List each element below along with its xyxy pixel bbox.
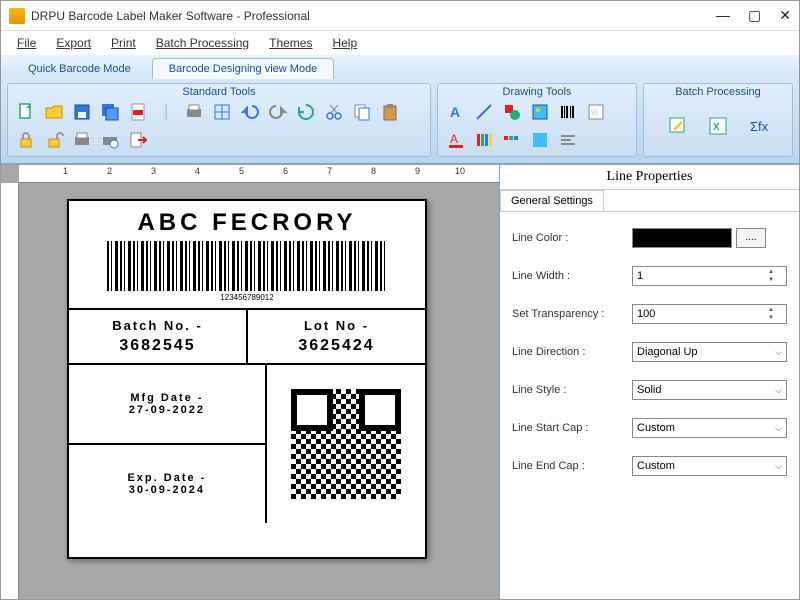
barcode-tool-icon[interactable]	[556, 100, 580, 124]
vertical-ruler	[1, 183, 19, 599]
label-preview[interactable]: ABC FECRORY 123456789012 Batch No. - 368…	[67, 199, 427, 559]
library-icon[interactable]	[472, 128, 496, 152]
lot-value: 3625424	[252, 337, 421, 355]
line-startcap-select[interactable]: Custom⌵	[632, 418, 787, 438]
ribbon-group-batch: Batch Processing X Σfx	[643, 83, 793, 157]
titlebar: DRPU Barcode Label Maker Software - Prof…	[1, 1, 799, 31]
copy-icon[interactable]	[350, 100, 374, 124]
text-tool-icon[interactable]: A	[444, 100, 468, 124]
exit-icon[interactable]	[126, 128, 150, 152]
format-icon[interactable]	[556, 128, 580, 152]
export-pdf-icon[interactable]	[126, 100, 150, 124]
grid-icon[interactable]	[210, 100, 234, 124]
print-preview-icon[interactable]	[98, 128, 122, 152]
separator-icon	[154, 100, 178, 124]
app-window: DRPU Barcode Label Maker Software - Prof…	[0, 0, 800, 600]
ribbon-group-label: Drawing Tools	[444, 86, 630, 100]
ribbon: Standard Tools	[1, 79, 799, 164]
linear-barcode	[107, 241, 387, 291]
image-tool-icon[interactable]	[528, 100, 552, 124]
ribbon-group-label: Batch Processing	[650, 86, 786, 100]
line-direction-select[interactable]: Diagonal Up⌵	[632, 342, 787, 362]
menu-print[interactable]: Print	[103, 34, 144, 52]
mfg-value: 27-09-2022	[69, 404, 265, 416]
refresh-icon[interactable]	[294, 100, 318, 124]
redo-icon[interactable]	[266, 100, 290, 124]
menu-help[interactable]: Help	[324, 34, 365, 52]
cut-icon[interactable]	[322, 100, 346, 124]
properties-title: Line Properties	[500, 165, 799, 190]
print2-icon[interactable]	[70, 128, 94, 152]
mfg-label: Mfg Date -	[69, 392, 265, 404]
menu-export[interactable]: Export	[48, 34, 99, 52]
mode-tabs: Quick Barcode Mode Barcode Designing vie…	[1, 55, 799, 79]
label-header-text: ABC FECRORY	[69, 209, 425, 237]
tab-general-settings[interactable]: General Settings	[500, 190, 604, 211]
line-tool-icon[interactable]	[472, 100, 496, 124]
menu-themes[interactable]: Themes	[261, 34, 320, 52]
exp-value: 30-09-2024	[69, 484, 265, 496]
line-style-select[interactable]: Solid⌵	[632, 380, 787, 400]
barcode-number: 123456789012	[69, 293, 425, 302]
svg-text:A: A	[450, 104, 460, 120]
maximize-button[interactable]: ▢	[748, 7, 761, 24]
ribbon-group-drawing: Drawing Tools A W A	[437, 83, 637, 157]
unlock-icon[interactable]	[42, 128, 66, 152]
shape-tool-icon[interactable]	[500, 100, 524, 124]
line-color-swatch[interactable]	[632, 228, 732, 248]
paste-icon[interactable]	[378, 100, 402, 124]
batch-label: Batch No. -	[73, 318, 242, 333]
tab-quick-barcode[interactable]: Quick Barcode Mode	[11, 58, 148, 79]
line-startcap-label: Line Start Cap :	[512, 422, 632, 434]
tab-designing-view[interactable]: Barcode Designing view Mode	[152, 58, 335, 79]
lot-label: Lot No -	[252, 318, 421, 333]
transparency-label: Set Transparency :	[512, 308, 632, 320]
new-icon[interactable]	[14, 100, 38, 124]
line-endcap-select[interactable]: Custom⌵	[632, 456, 787, 476]
transparency-input[interactable]: 100▲▼	[632, 304, 787, 324]
line-style-label: Line Style :	[512, 384, 632, 396]
minimize-button[interactable]: —	[716, 7, 730, 24]
horizontal-ruler: 12345678910	[19, 165, 499, 183]
window-title: DRPU Barcode Label Maker Software - Prof…	[31, 9, 716, 23]
svg-text:Σfx: Σfx	[750, 119, 768, 134]
line-color-label: Line Color :	[512, 232, 632, 244]
menubar: File Export Print Batch Processing Theme…	[1, 31, 799, 55]
batch-formula-icon[interactable]: Σfx	[740, 108, 776, 144]
qr-code	[291, 389, 401, 499]
save-all-icon[interactable]	[98, 100, 122, 124]
save-icon[interactable]	[70, 100, 94, 124]
menu-file[interactable]: File	[9, 34, 44, 52]
exp-label: Exp. Date -	[69, 472, 265, 484]
canvas-area: 12345678910 ABC FECRORY 123456789012 Bat…	[1, 165, 499, 599]
open-icon[interactable]	[42, 100, 66, 124]
svg-text:X: X	[713, 122, 720, 133]
lock-icon[interactable]	[14, 128, 38, 152]
workarea: 12345678910 ABC FECRORY 123456789012 Bat…	[1, 164, 799, 599]
line-width-input[interactable]: 1▲▼	[632, 266, 787, 286]
svg-text:W: W	[591, 108, 599, 117]
font-color-icon[interactable]: A	[444, 128, 468, 152]
close-button[interactable]: ✕	[779, 7, 791, 24]
ribbon-group-label: Standard Tools	[14, 86, 424, 100]
print-icon[interactable]	[182, 100, 206, 124]
undo-icon[interactable]	[238, 100, 262, 124]
batch-excel-icon[interactable]: X	[700, 108, 736, 144]
app-icon	[9, 8, 25, 24]
fill-icon[interactable]	[528, 128, 552, 152]
menu-batch[interactable]: Batch Processing	[148, 34, 257, 52]
line-endcap-label: Line End Cap :	[512, 460, 632, 472]
ribbon-group-standard: Standard Tools	[7, 83, 431, 157]
properties-panel: Line Properties General Settings Line Co…	[499, 165, 799, 599]
color-picker-button[interactable]: ....	[736, 228, 766, 248]
line-direction-label: Line Direction :	[512, 346, 632, 358]
batch-value: 3682545	[73, 337, 242, 355]
line-width-label: Line Width :	[512, 270, 632, 282]
watermark-tool-icon[interactable]: W	[584, 100, 608, 124]
palette-icon[interactable]	[500, 128, 524, 152]
svg-text:A: A	[450, 132, 458, 146]
batch-edit-icon[interactable]	[660, 108, 696, 144]
design-canvas[interactable]: ABC FECRORY 123456789012 Batch No. - 368…	[19, 183, 499, 599]
